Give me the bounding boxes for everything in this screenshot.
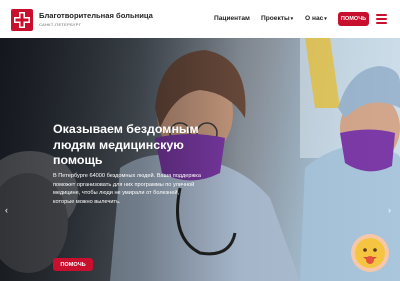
emoji-sticker-icon[interactable] xyxy=(350,233,390,273)
hospital-logo-icon[interactable] xyxy=(11,9,33,31)
nav-item-label: О нас xyxy=(305,15,324,22)
hero-help-button[interactable]: ПОМОЧЬ xyxy=(53,258,93,271)
hero-title: Оказываем бездомным людям медицинскую по… xyxy=(53,122,199,168)
chevron-left-icon[interactable]: ‹ xyxy=(5,205,8,215)
nav-item-label: Проекты xyxy=(261,15,290,22)
chevron-down-icon: ▾ xyxy=(324,16,327,22)
nav-item-label: Пациентам xyxy=(214,15,250,22)
header-help-button[interactable]: ПОМОЧЬ xyxy=(338,12,369,26)
menu-icon[interactable] xyxy=(376,14,387,24)
hero-description: В Петербурге 64000 бездомных людей. Ваша… xyxy=(53,173,201,205)
brand-title: Благотворительная больница xyxy=(39,11,153,20)
site-header: Благотворительная больница САНКТ-ПЕТЕРБУ… xyxy=(0,0,400,38)
chevron-right-icon[interactable]: › xyxy=(388,205,391,215)
nav-item-patients[interactable]: Пациентам xyxy=(214,15,250,22)
chevron-down-icon: ▾ xyxy=(290,16,294,22)
nav-item-about[interactable]: О нас▾ xyxy=(305,15,327,22)
brand-subtitle: САНКТ-ПЕТЕРБУРГ xyxy=(39,22,82,27)
brand[interactable]: Благотворительная больница САНКТ-ПЕТЕРБУ… xyxy=(39,11,153,27)
nav-item-projects[interactable]: Проекты▾ xyxy=(261,15,293,22)
